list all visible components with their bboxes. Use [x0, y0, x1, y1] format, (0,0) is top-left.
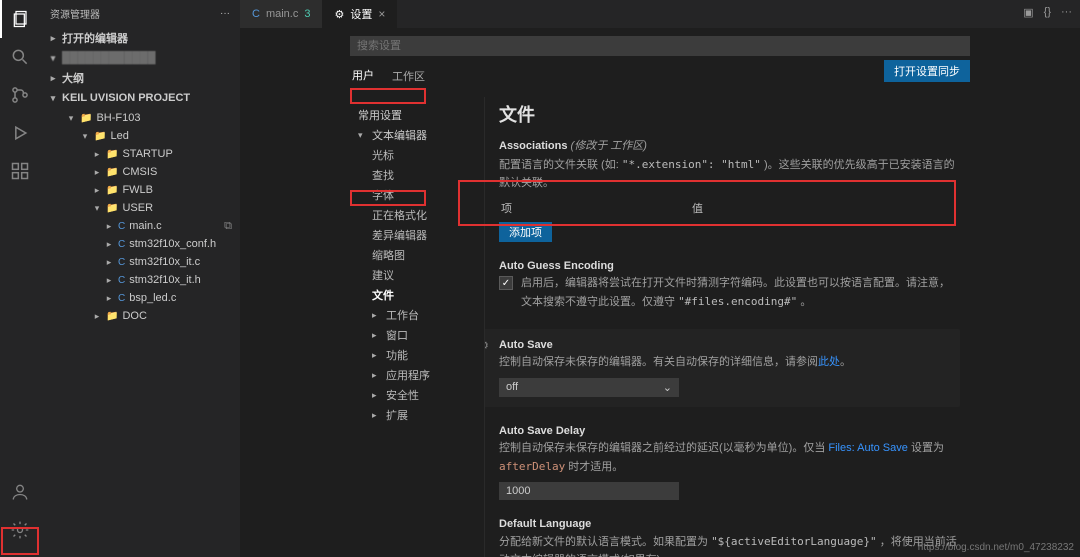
page-title: 文件	[499, 101, 960, 127]
gear-icon: ⚙	[334, 8, 344, 21]
files-auto-save-link[interactable]: Files: Auto Save	[828, 442, 908, 454]
toc-item[interactable]: ▸工作台	[350, 305, 480, 325]
settings-detail[interactable]: 文件 Associations (修改于 工作区) 配置语言的文件关联 (如: …	[484, 97, 970, 557]
split-icon[interactable]: ▣	[1023, 6, 1033, 19]
tree-item[interactable]: ▾📁BH-F103	[40, 109, 240, 127]
highlight-box	[1, 527, 39, 555]
tree-item[interactable]: ▾📁Led	[40, 127, 240, 145]
open-settings-sync-button[interactable]: 打开设置同步	[884, 60, 970, 82]
activity-bar	[0, 0, 40, 557]
open-json-icon[interactable]: {}	[1044, 6, 1051, 19]
toc-item[interactable]: ▸安全性	[350, 385, 480, 405]
toc-common[interactable]: 常用设置	[350, 105, 480, 125]
section-keil[interactable]: ▾KEIL UVISION PROJECT	[40, 89, 240, 107]
toc-item[interactable]: ▸窗口	[350, 325, 480, 345]
setting-auto-guess-encoding: Auto Guess Encoding ✓ 启用后，编辑器将尝试在打开文件时猜测…	[499, 260, 960, 311]
more-icon[interactable]: ···	[220, 8, 230, 19]
tree-item[interactable]: ▸📁FWLB	[40, 181, 240, 199]
watermark: https://blog.csdn.net/m0_47238232	[918, 542, 1074, 553]
section-project[interactable]: ▾████████████	[40, 49, 240, 67]
c-file-icon: C	[252, 8, 260, 20]
gear-icon[interactable]: ⚙	[484, 339, 489, 352]
toc-sub-item[interactable]: 建议	[350, 265, 480, 285]
close-icon[interactable]: ×	[378, 7, 385, 21]
setting-auto-save-delay: Auto Save Delay 控制自动保存未保存的编辑器之前经过的延迟(以毫秒…	[499, 425, 960, 500]
title-actions: ▣ {} ···	[1023, 6, 1072, 19]
auto-save-delay-input[interactable]	[499, 482, 679, 500]
highlight-box	[350, 190, 426, 206]
section-open-editors[interactable]: ▸打开的编辑器	[40, 27, 240, 49]
toc-sub-item[interactable]: 光标	[350, 145, 480, 165]
tab-settings[interactable]: ⚙ 设置 ×	[322, 0, 397, 28]
file-tree: ▾📁BH-F103▾📁Led▸📁STARTUP▸📁CMSIS▸📁FWLB▾📁US…	[40, 107, 240, 327]
sidebar: 资源管理器 ··· ▸打开的编辑器 ▾████████████ ▸大纲 ▾KEI…	[40, 0, 240, 557]
toc-sub-item[interactable]: 差异编辑器	[350, 225, 480, 245]
setting-auto-save: ⚙ Auto Save 控制自动保存未保存的编辑器。有关自动保存的详细信息，请参…	[484, 329, 960, 407]
scope-tab-workspace[interactable]: 工作区	[390, 63, 427, 89]
search-icon[interactable]	[0, 38, 40, 76]
toc-sub-item[interactable]: 缩略图	[350, 245, 480, 265]
explorer-icon[interactable]	[0, 0, 40, 38]
auto-guess-checkbox[interactable]: ✓	[499, 276, 513, 290]
setting-default-language: Default Language 分配给新文件的默认语言模式。如果配置为 "${…	[499, 518, 960, 557]
tree-item[interactable]: ▸📁CMSIS	[40, 163, 240, 181]
file-action-icon[interactable]: ⧉	[224, 220, 232, 233]
tree-item[interactable]: ▸Cmain.c⧉	[40, 217, 240, 235]
tree-item[interactable]: ▸Cstm32f10x_it.h	[40, 271, 240, 289]
settings-body: 用户 工作区 打开设置同步 常用设置 ▾文本编辑器 光标查找字体正在格式化差异编…	[240, 28, 1080, 557]
sidebar-title: 资源管理器	[50, 6, 100, 21]
toc-item[interactable]: ▸功能	[350, 345, 480, 365]
toc-item[interactable]: ▸应用程序	[350, 365, 480, 385]
editor-area: C main.c 3 ⚙ 设置 × ▣ {} ··· 用户 工作区 打开设置同步…	[240, 0, 1080, 557]
toc-text-editor[interactable]: ▾文本编辑器	[350, 125, 480, 145]
settings-toc: 常用设置 ▾文本编辑器 光标查找字体正在格式化差异编辑器缩略图建议文件 ▸工作台…	[350, 97, 480, 557]
tree-item[interactable]: ▸Cstm32f10x_it.c	[40, 253, 240, 271]
tree-item[interactable]: ▸Cbsp_led.c	[40, 289, 240, 307]
editor-tabs: C main.c 3 ⚙ 设置 × ▣ {} ···	[240, 0, 1080, 28]
highlight-box	[350, 88, 426, 104]
run-debug-icon[interactable]	[0, 114, 40, 152]
tree-item[interactable]: ▸📁DOC	[40, 307, 240, 325]
tab-main-c[interactable]: C main.c 3	[240, 0, 322, 28]
extensions-icon[interactable]	[0, 152, 40, 190]
tree-item[interactable]: ▾📁USER	[40, 199, 240, 217]
auto-save-link[interactable]: 此处	[818, 356, 840, 368]
settings-search-input[interactable]	[350, 36, 970, 56]
tree-item[interactable]: ▸📁STARTUP	[40, 145, 240, 163]
toc-item[interactable]: ▸扩展	[350, 405, 480, 425]
section-outline[interactable]: ▸大纲	[40, 67, 240, 89]
toc-sub-item[interactable]: 文件	[350, 285, 480, 305]
chevron-down-icon: ⌄	[663, 381, 672, 394]
more-icon[interactable]: ···	[1061, 6, 1072, 19]
account-icon[interactable]	[0, 473, 40, 511]
tree-item[interactable]: ▸Cstm32f10x_conf.h	[40, 235, 240, 253]
highlight-box	[458, 180, 956, 226]
scope-tab-user[interactable]: 用户	[350, 62, 376, 89]
source-control-icon[interactable]	[0, 76, 40, 114]
auto-save-select[interactable]: off⌄	[499, 378, 679, 397]
